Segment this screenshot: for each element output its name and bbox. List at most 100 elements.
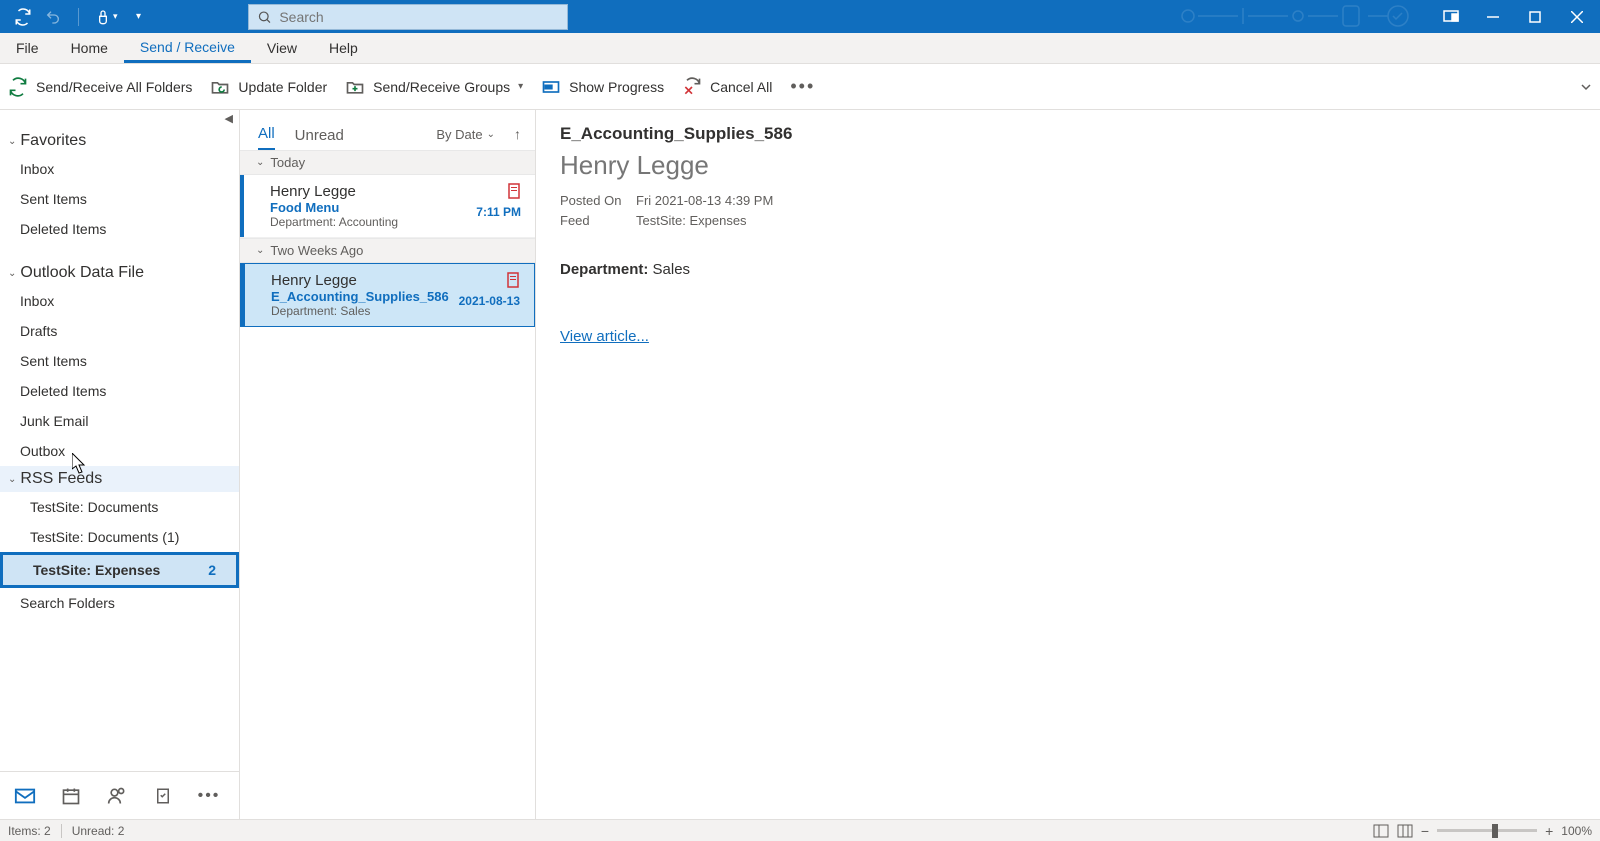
calendar-icon[interactable] [60,785,82,807]
chevron-down-icon: ⌄ [487,129,495,140]
maximize-icon[interactable] [1526,8,1544,26]
cancel-icon [682,77,702,97]
refresh-icon[interactable] [14,8,32,26]
status-items: Items: 2 [8,824,51,838]
progress-icon [541,77,561,97]
people-icon[interactable] [106,785,128,807]
sidebar-item-inbox-fav[interactable]: Inbox [0,154,239,184]
message-item[interactable]: Henry Legge E_Accounting_Supplies_586 20… [240,263,535,327]
tab-help[interactable]: Help [313,33,374,63]
update-folder-button[interactable]: Update Folder [210,77,327,97]
refresh-icon [8,77,28,97]
message-from: Henry Legge [270,183,521,200]
reading-body: Department: Sales [560,261,1576,278]
sidebar-item-drafts[interactable]: Drafts [0,316,239,346]
reading-metadata: Posted On Fri 2021-08-13 4:39 PM Feed Te… [560,191,1576,231]
sidebar-item-testsite-expenses[interactable]: TestSite: Expenses 2 [0,552,239,588]
unread-count: 2 [208,559,216,581]
zoom-in-icon[interactable]: + [1545,823,1553,839]
chevron-down-icon: ⌄ [256,245,264,256]
message-list-pane: All Unread By Date ⌄ ↑ ⌄ Today Henry Leg… [240,110,536,819]
message-time: 7:11 PM [476,205,521,219]
minimize-icon[interactable] [1484,8,1502,26]
cancel-all-button[interactable]: Cancel All [682,77,772,97]
chevron-down-icon: ▾ [518,81,523,92]
sidebar-item-inbox[interactable]: Inbox [0,286,239,316]
filter-unread[interactable]: Unread [295,127,344,150]
sidebar-item-search-folders[interactable]: Search Folders [0,588,239,618]
customize-qat-icon[interactable]: ▾ [130,8,148,26]
more-commands-icon[interactable]: ••• [790,76,815,97]
message-filter-tabs: All Unread By Date ⌄ ↑ [240,110,535,150]
folder-pane: ◀ ⌄ Favorites Inbox Sent Items Deleted I… [0,110,240,819]
posted-on-label: Posted On [560,191,624,211]
feed-value: TestSite: Expenses [636,211,747,231]
chevron-down-icon: ⌄ [8,474,16,485]
view-normal-icon[interactable] [1373,824,1389,838]
sidebar-item-sent-fav[interactable]: Sent Items [0,184,239,214]
search-input[interactable] [279,9,558,25]
attachment-icon [506,272,520,288]
search-box[interactable] [248,4,568,30]
group-today[interactable]: ⌄ Today [240,150,535,175]
message-time: 2021-08-13 [459,294,520,308]
main-content: ◀ ⌄ Favorites Inbox Sent Items Deleted I… [0,110,1600,819]
message-item[interactable]: Henry Legge Food Menu 7:11 PM Department… [240,175,535,238]
sidebar-item-deleted-fav[interactable]: Deleted Items [0,214,239,244]
send-receive-all-button[interactable]: Send/Receive All Folders [8,77,192,97]
close-icon[interactable] [1568,8,1586,26]
view-article-link[interactable]: View article... [560,328,1576,345]
chevron-down-icon: ⌄ [8,268,16,279]
menu-bar: File Home Send / Receive View Help [0,33,1600,64]
reading-subject: E_Accounting_Supplies_586 [560,124,1576,144]
tasks-icon[interactable] [152,785,174,807]
show-progress-button[interactable]: Show Progress [541,77,664,97]
feed-label: Feed [560,211,624,231]
favorites-header[interactable]: ⌄ Favorites [0,128,239,154]
mail-icon[interactable] [14,785,36,807]
quick-access-toolbar: ▾ ▾ [0,8,148,26]
chevron-down-icon: ⌄ [8,136,16,147]
search-icon [257,9,272,25]
display-options-icon[interactable] [1442,8,1460,26]
tab-file[interactable]: File [0,33,55,63]
sidebar-item-testsite-documents-1[interactable]: TestSite: Documents (1) [0,522,239,552]
tab-home[interactable]: Home [55,33,124,63]
sidebar-item-testsite-documents[interactable]: TestSite: Documents [0,492,239,522]
more-nav-icon[interactable]: ••• [198,785,220,807]
reading-pane: E_Accounting_Supplies_586 Henry Legge Po… [536,110,1600,819]
collapse-ribbon-icon[interactable] [1580,81,1592,93]
sidebar-item-outbox[interactable]: Outbox [0,436,239,466]
group-two-weeks[interactable]: ⌄ Two Weeks Ago [240,238,535,263]
datafile-header[interactable]: ⌄ Outlook Data File [0,260,239,286]
posted-on-value: Fri 2021-08-13 4:39 PM [636,191,773,211]
ribbon: Send/Receive All Folders Update Folder S… [0,64,1600,110]
title-bar: ▾ ▾ [0,0,1600,33]
message-from: Henry Legge [271,272,520,289]
tab-send-receive[interactable]: Send / Receive [124,33,251,63]
zoom-level[interactable]: 100% [1561,824,1592,838]
undo-icon[interactable] [44,8,62,26]
folder-groups-icon [345,77,365,97]
status-unread: Unread: 2 [72,824,125,838]
sidebar-item-deleted[interactable]: Deleted Items [0,376,239,406]
filter-all[interactable]: All [258,125,275,150]
sort-direction-icon[interactable]: ↑ [514,126,521,142]
decorative-lines [1168,0,1418,33]
sidebar-item-sent[interactable]: Sent Items [0,346,239,376]
send-receive-groups-button[interactable]: Send/Receive Groups ▾ [345,77,523,97]
collapse-folder-pane-icon[interactable]: ◀ [225,112,233,125]
view-reading-icon[interactable] [1397,824,1413,838]
sort-dropdown[interactable]: By Date ⌄ [436,127,495,142]
touch-mode-dropdown[interactable]: ▾ [95,9,118,25]
attachment-icon [507,183,521,199]
window-controls [1168,0,1600,33]
chevron-down-icon: ⌄ [256,157,264,168]
sidebar-item-junk[interactable]: Junk Email [0,406,239,436]
rss-feeds-header[interactable]: ⌄ RSS Feeds [0,466,239,492]
status-bar: Items: 2 Unread: 2 − + 100% [0,819,1600,841]
tab-view[interactable]: View [251,33,313,63]
zoom-slider[interactable] [1437,829,1537,832]
nav-bar: ••• [0,771,239,819]
zoom-out-icon[interactable]: − [1421,823,1429,839]
